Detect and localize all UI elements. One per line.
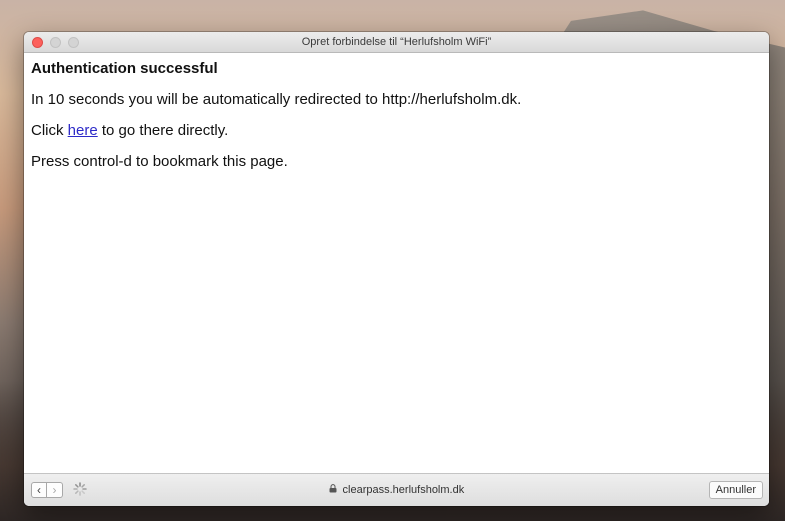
url-text: clearpass.herlufsholm.dk: [342, 484, 465, 496]
window-title: Opret forbindelse til “Herlufsholm WiFi”: [301, 36, 492, 48]
cancel-button[interactable]: Annuller: [708, 481, 763, 499]
bottom-toolbar: ‹ › clearpass.herlufsholm.dk Annuller: [24, 473, 769, 506]
address-display: clearpass.herlufsholm.dk: [24, 484, 769, 496]
lock-icon: [329, 484, 340, 496]
window-controls: [32, 37, 79, 48]
here-link[interactable]: here: [68, 122, 98, 139]
navigation-buttons: ‹ ›: [31, 482, 63, 498]
spinner-icon: [73, 481, 87, 499]
zoom-window-button[interactable]: [68, 37, 79, 48]
chevron-right-icon: ›: [52, 483, 57, 497]
page-title: Authentication successful: [31, 60, 218, 77]
forward-button[interactable]: ›: [47, 482, 63, 498]
chevron-left-icon: ‹: [37, 483, 41, 497]
minimize-window-button[interactable]: [50, 37, 61, 48]
page-content: Authentication successful In 10 seconds …: [24, 53, 769, 473]
back-button[interactable]: ‹: [31, 482, 47, 498]
captive-portal-window: Opret forbindelse til “Herlufsholm WiFi”…: [24, 32, 769, 506]
bookmark-message: Press control-d to bookmark this page.: [31, 153, 288, 170]
click-suffix-text: to go there directly.: [97, 122, 229, 139]
click-prefix-text: Click: [31, 122, 68, 139]
title-bar: Opret forbindelse til “Herlufsholm WiFi”: [24, 32, 769, 53]
redirect-message: In 10 seconds you will be automatically …: [31, 91, 522, 108]
close-window-button[interactable]: [32, 37, 43, 48]
direct-link-message: Click here to go there directly.: [31, 122, 762, 139]
